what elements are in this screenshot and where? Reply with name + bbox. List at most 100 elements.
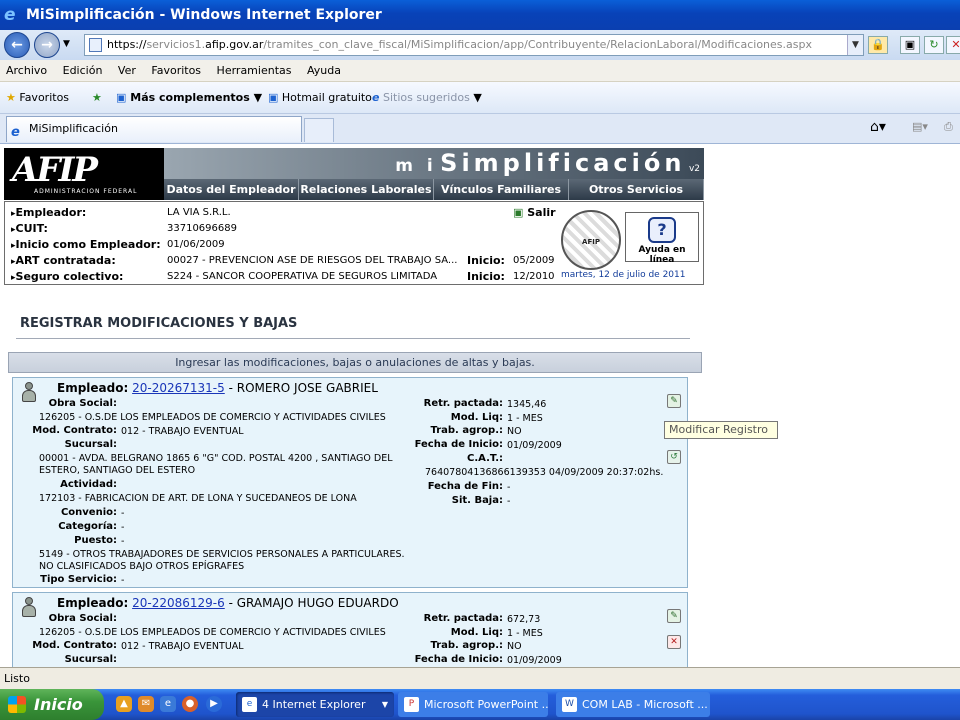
seal-text: AFIP [582, 238, 600, 246]
undo-record-icon[interactable]: ↺ [667, 450, 681, 464]
site-nav: Datos del Empleador Relaciones Laborales… [164, 179, 704, 200]
menu-ver[interactable]: Ver [112, 60, 142, 82]
status-bar: Listo [0, 667, 960, 689]
inicio-empleador-value: 01/06/2009 [167, 239, 225, 250]
favorites-button[interactable]: ★ Favoritos [6, 91, 69, 105]
seguro-inicio-label: Inicio: [467, 270, 505, 283]
mod-contrato-value: 012 - TRABAJO EVENTUAL [121, 641, 244, 652]
art-inicio-label: Inicio: [467, 254, 505, 267]
brand-banner: m i Simplificación v2 [164, 148, 704, 179]
employee-name: - GRAMAJO HUGO EDUARDO [224, 596, 399, 610]
menu-archivo[interactable]: Archivo [0, 60, 53, 82]
sitios-sugeridos-link[interactable]: e Sitios sugeridos ▼ [372, 91, 482, 105]
nav-datos-empleador[interactable]: Datos del Empleador [164, 179, 299, 200]
address-bar[interactable]: https://servicios1.afip.gov.ar/tramites_… [84, 34, 864, 56]
ayuda-en-linea-button[interactable]: ? Ayuda en línea [625, 212, 699, 265]
employee-name: - ROMERO JOSE GABRIEL [224, 381, 378, 395]
brand-mi: m i [395, 156, 437, 176]
menu-edicion[interactable]: Edición [57, 60, 109, 82]
powerpoint-icon: P [404, 697, 419, 712]
taskbar-com-lab[interactable]: W COM LAB - Microsoft ... [556, 692, 710, 717]
delete-record-icon[interactable]: ✕ [667, 635, 681, 649]
puesto-value: - [121, 536, 125, 547]
address-dropdown-icon[interactable]: ▼ [847, 35, 863, 55]
lock-icon[interactable]: 🔒 [868, 36, 888, 54]
actividad-label: Actividad: [60, 479, 117, 490]
fecha-fin-label: Fecha de Fin: [427, 481, 503, 492]
actividad-value: 172103 - FABRICACION DE ART. DE LONA Y S… [39, 493, 357, 504]
refresh-icon[interactable]: ↻ [924, 36, 944, 54]
window-title-bar[interactable]: e MiSimplificación - Windows Internet Ex… [0, 0, 960, 30]
mod-liq-value: 1 - MES [507, 628, 543, 639]
employee-cuit-link[interactable]: 20-20267131-5 [132, 381, 225, 395]
history-dropdown-icon[interactable]: ▼ [63, 39, 70, 49]
feeds-icon[interactable]: ▤▾ [912, 120, 928, 133]
ie-quicklaunch-icon[interactable]: e [160, 696, 176, 712]
employee-cuit-link[interactable]: 20-22086129-6 [132, 596, 225, 610]
home-icon[interactable]: ⌂▾ [870, 119, 886, 135]
taskbar-powerpoint[interactable]: P Microsoft PowerPoint ... [398, 692, 548, 717]
employee-header: Empleado: 20-22086129-6 - GRAMAJO HUGO E… [57, 596, 399, 610]
employee-label: Empleado: [57, 596, 129, 610]
add-favorite-icon[interactable]: ★ [92, 91, 102, 105]
sit-baja-label: Sit. Baja: [451, 495, 503, 506]
tooltip-modificar-registro: Modificar Registro [664, 421, 778, 439]
compatibility-icon[interactable]: ▣ [900, 36, 920, 54]
tab-misimplificacion[interactable]: e MiSimplificación [6, 116, 302, 142]
media-icon[interactable]: ▶ [206, 696, 222, 712]
trab-agrop-value: NO [507, 426, 522, 437]
forward-button[interactable]: → [34, 32, 60, 58]
mod-contrato-value: 012 - TRABAJO EVENTUAL [121, 426, 244, 437]
salir-button[interactable]: ▣ Salir [513, 206, 556, 219]
fecha-inicio-value: 01/09/2009 [507, 655, 562, 666]
menu-favoritos[interactable]: Favoritos [145, 60, 207, 82]
url-scheme: https:// [107, 38, 147, 51]
fecha-inicio-label: Fecha de Inicio: [414, 654, 503, 665]
cat-label: C.A.T.: [467, 453, 503, 464]
mod-liq-value: 1 - MES [507, 413, 543, 424]
instructions-bar: Ingresar las modificaciones, bajas o anu… [8, 352, 702, 373]
page-icon: ▣ [116, 91, 127, 104]
edit-record-icon[interactable]: ✎ [667, 609, 681, 623]
mod-liq-label: Mod. Liq: [450, 412, 503, 423]
windows-taskbar: Inicio ▲ ✉ e ● ▶ e 4 Internet Explorer ▼… [0, 689, 960, 720]
new-tab-button[interactable] [304, 118, 334, 142]
nav-relaciones-laborales[interactable]: Relaciones Laborales [299, 179, 434, 200]
firefox-icon[interactable]: ● [182, 696, 198, 712]
afip-logo-subtitle: ADMINISTRACION FEDERAL [34, 188, 138, 195]
edit-record-icon[interactable]: ✎ [667, 394, 681, 408]
puesto-label: Puesto: [74, 535, 117, 546]
back-button[interactable]: ← [4, 32, 30, 58]
trab-agrop-value: NO [507, 641, 522, 652]
nav-otros-servicios[interactable]: Otros Servicios [569, 179, 704, 200]
hotmail-link[interactable]: ▣ Hotmail gratuito [268, 91, 372, 105]
menu-ayuda[interactable]: Ayuda [301, 60, 347, 82]
sucursal-label: Sucursal: [64, 439, 117, 450]
menu-herramientas[interactable]: Herramientas [211, 60, 298, 82]
retr-pactada-value: 1345,46 [507, 399, 547, 410]
convenio-label: Convenio: [60, 507, 117, 518]
taskbar-internet-explorer[interactable]: e 4 Internet Explorer ▼ [236, 692, 394, 717]
email-icon[interactable]: ✉ [138, 696, 154, 712]
obra-social-value: 126205 - O.S.DE LOS EMPLEADOS DE COMERCI… [39, 412, 386, 423]
sucursal-label: Sucursal: [64, 654, 117, 665]
start-button[interactable]: Inicio [0, 689, 104, 720]
quicklaunch-icon[interactable]: ▲ [116, 696, 132, 712]
mas-complementos-link[interactable]: ▣ Más complementos ▼ [116, 91, 262, 105]
task-label: Microsoft PowerPoint ... [424, 698, 548, 711]
exit-icon: ▣ [513, 206, 524, 219]
employee-card: Empleado: 20-20267131-5 - ROMERO JOSE GA… [12, 377, 688, 588]
employer-label: Empleador: [11, 206, 87, 219]
page-icon: ▣ [268, 91, 279, 104]
window-title: MiSimplificación - Windows Internet Expl… [26, 7, 382, 23]
mod-liq-label: Mod. Liq: [450, 627, 503, 638]
sucursal-value-line2: ESTERO, SANTIAGO DEL ESTERO [39, 465, 196, 476]
afip-seal: AFIP [561, 210, 621, 270]
afip-page: AFIP ADMINISTRACION FEDERAL m i Simplifi… [4, 148, 704, 667]
obra-social-label: Obra Social: [48, 398, 117, 409]
stop-icon[interactable]: ✕ [946, 36, 960, 54]
seguro-label: Seguro colectivo: [11, 270, 124, 283]
nav-vinculos-familiares[interactable]: Vínculos Familiares [434, 179, 569, 200]
internet-explorer-icon: e [4, 5, 16, 25]
print-icon[interactable]: ⎙ [944, 120, 953, 134]
